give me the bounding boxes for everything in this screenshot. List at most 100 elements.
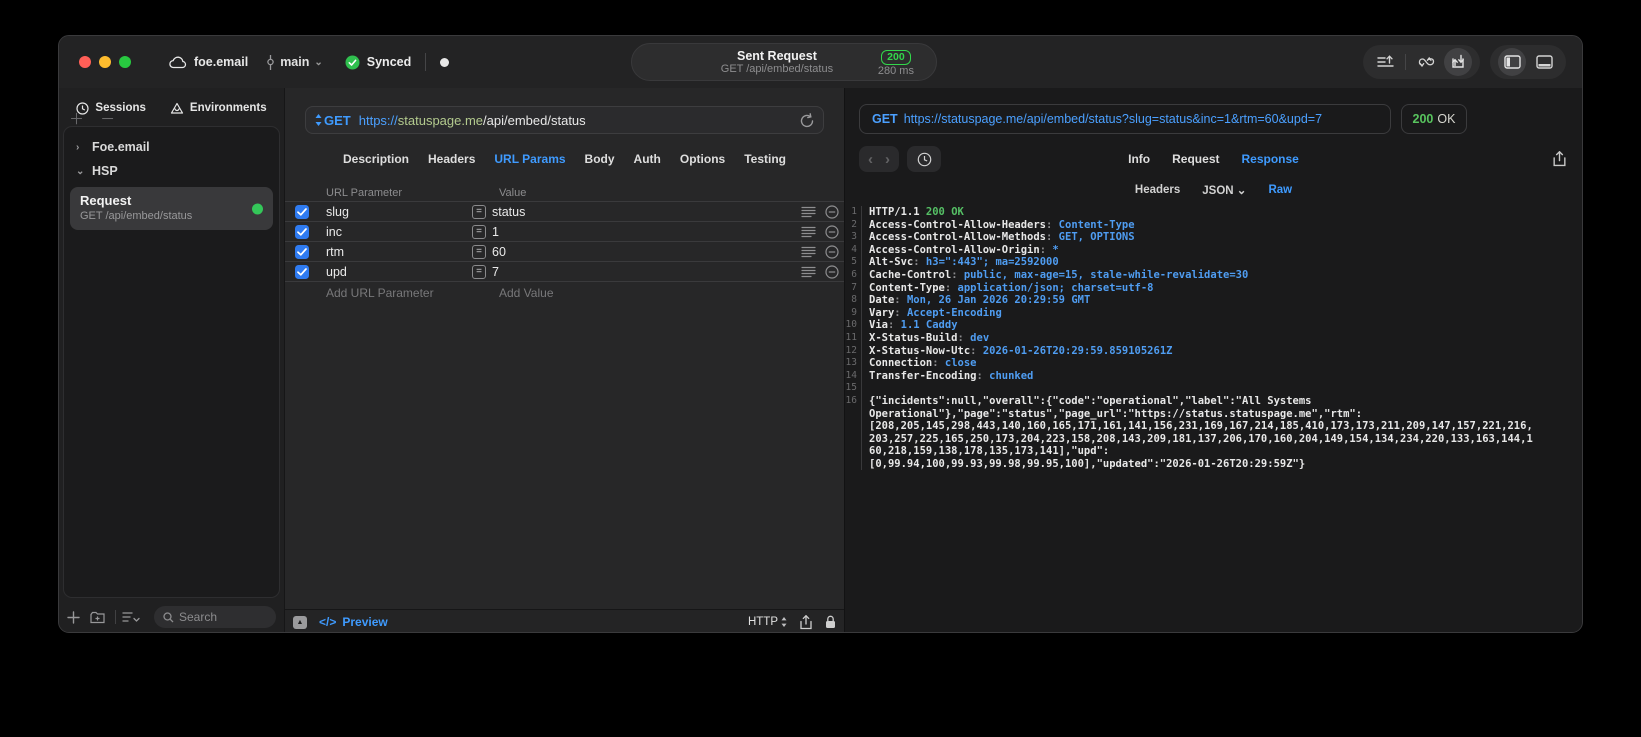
tree-item-foe-email[interactable]: › Foe.email [64,135,279,159]
remove-param-icon[interactable] [825,264,839,279]
export-button[interactable] [1371,48,1399,76]
protocol-selector[interactable]: HTTP [748,616,787,628]
resend-request-icon[interactable] [800,112,814,128]
triangle-up-icon: ▲ [296,618,304,626]
param-value-input[interactable]: status [492,205,801,219]
column-header-value: Value [499,186,527,199]
history-forward-button[interactable]: › [885,151,890,168]
param-name-input[interactable]: inc [326,225,472,239]
request-tab-options[interactable]: Options [680,152,725,166]
param-value-input[interactable]: 1 [492,225,801,239]
session-add-remove[interactable]: ＋ － [69,108,121,129]
branch-selector[interactable]: main ⌄ [266,54,323,70]
multiline-edit-icon[interactable] [801,266,816,278]
remove-param-icon[interactable] [825,224,839,239]
request-tab-url-params[interactable]: URL Params [494,152,565,166]
preview-button[interactable]: </> Preview [319,615,388,629]
add-param-row[interactable]: Add URL Parameter Add Value [285,282,844,304]
param-value-input[interactable]: 7 [492,265,801,279]
line-number: 13 [845,357,862,370]
request-tab-description[interactable]: Description [343,152,409,166]
code-text: Operational"},"page":"status","page_url"… [869,407,1363,420]
sort-filter-button[interactable] [122,611,140,623]
response-status-box: 200 OK [1401,104,1467,134]
history-button[interactable] [907,146,941,172]
param-row[interactable]: rtm = 60 [285,242,844,262]
response-tab-info[interactable]: Info [1128,152,1150,166]
param-checkbox[interactable] [295,244,309,259]
response-subtab-raw[interactable]: Raw [1268,184,1292,196]
code-line: 7 Content-Type: application/json; charse… [845,281,1582,295]
request-tab-testing[interactable]: Testing [744,152,786,166]
tree-item-hsp[interactable]: ⌄ HSP [64,159,279,183]
close-window-button[interactable] [79,56,91,68]
history-back-button[interactable]: ‹ [868,151,873,168]
request-url-bar[interactable]: GET https://statuspage.me/api/embed/stat… [305,106,824,134]
multiline-edit-icon[interactable] [801,246,816,258]
share-response-icon[interactable] [1553,151,1566,167]
sidebar-search-input[interactable]: Search [154,606,276,628]
code-line: 12 X-Status-Now-Utc: 2026-01-26T20:29:59… [845,344,1582,358]
add-param-placeholder[interactable]: Add URL Parameter [326,286,434,300]
share-request-icon[interactable] [800,614,812,630]
request-tab-headers[interactable]: Headers [428,152,475,166]
param-name-input[interactable]: rtm [326,245,472,259]
toggle-bottom-panel-button[interactable] [1530,48,1558,76]
multiline-edit-icon[interactable] [801,226,816,238]
code-text: Access-Control-Allow-Origin: * [869,243,1059,256]
line-number: 6 [845,268,862,282]
sent-request-subtitle: GET /api/embed/status [720,62,834,75]
zoom-window-button[interactable] [119,56,131,68]
sync-branches-button[interactable] [1412,48,1440,76]
sent-request-pill[interactable]: Sent Request GET /api/embed/status 200 2… [630,43,937,81]
sync-status[interactable]: Synced [345,55,411,70]
response-body-code[interactable]: 1 HTTP/1.1 200 OK 2 Access-Control-Allow… [845,206,1582,471]
param-checkbox[interactable] [295,264,309,279]
add-value-placeholder[interactable]: Add Value [499,286,554,300]
method-dropdown[interactable]: GET [315,113,351,128]
line-number [845,420,862,433]
code-text: HTTP/1.1 200 OK [869,206,964,218]
code-line: 13 Connection: close [845,357,1582,370]
param-row[interactable]: slug = status [285,202,844,222]
response-tab-request[interactable]: Request [1172,152,1219,166]
sent-url-box[interactable]: GET https://statuspage.me/api/embed/stat… [859,104,1391,134]
param-row[interactable]: inc = 1 [285,222,844,242]
lock-icon[interactable] [825,615,836,629]
remove-param-icon[interactable] [825,204,839,219]
code-text: [208,205,145,298,443,140,160,165,171,161… [869,420,1533,433]
search-placeholder: Search [179,610,218,624]
expand-console-button[interactable]: ▲ [293,615,307,629]
response-subtab-headers[interactable]: Headers [1135,184,1180,196]
code-line: 3 Access-Control-Allow-Methods: GET, OPT… [845,231,1582,244]
param-name-input[interactable]: upd [326,265,472,279]
url-scheme: https:// [358,112,398,128]
project-selector[interactable]: foe.email [169,55,248,69]
protocol-label: HTTP [747,616,778,628]
code-line: Operational"},"page":"status","page_url"… [845,407,1582,421]
request-success-dot [252,203,263,214]
code-line: 60,218,159,138,178,135,173,141],"upd": [845,445,1582,458]
traffic-lights[interactable] [79,56,131,68]
param-row[interactable]: upd = 7 [285,262,844,282]
param-checkbox[interactable] [295,204,309,219]
request-panel: GET https://statuspage.me/api/embed/stat… [284,88,845,632]
remove-param-icon[interactable] [825,244,839,259]
app-window: foe.email main ⌄ Synced Sent Request GET [58,35,1583,633]
new-folder-icon[interactable] [90,611,105,624]
toggle-sidebar-button[interactable] [1498,48,1526,76]
code-line: 8 Date: Mon, 26 Jan 2026 20:29:59 GMT [845,294,1582,307]
tab-environments[interactable]: Environments [170,102,267,115]
request-tab-auth[interactable]: Auth [634,152,661,166]
request-list-item-selected[interactable]: Request GET /api/embed/status [70,187,273,230]
response-subtab-json[interactable]: JSON ⌄ [1202,183,1246,197]
import-request-button[interactable] [1444,48,1472,76]
param-value-input[interactable]: 60 [492,245,801,259]
multiline-edit-icon[interactable] [801,206,816,218]
minimize-window-button[interactable] [99,56,111,68]
add-request-button[interactable] [67,610,80,624]
response-tab-response[interactable]: Response [1241,152,1298,166]
param-name-input[interactable]: slug [326,205,472,219]
param-checkbox[interactable] [295,224,309,239]
request-tab-body[interactable]: Body [585,152,615,166]
